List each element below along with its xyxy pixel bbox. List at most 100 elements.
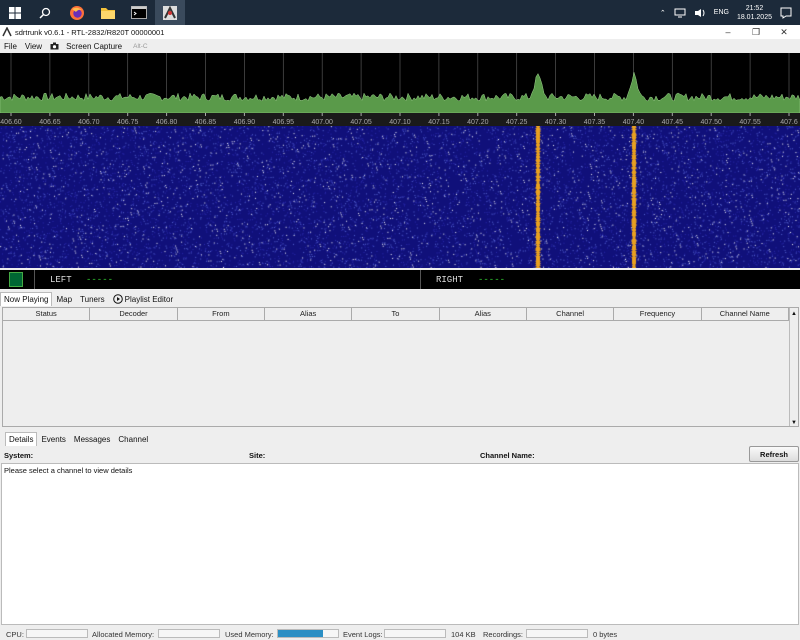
column-header-from[interactable]: From (178, 308, 265, 320)
language-indicator[interactable]: ENG (714, 9, 729, 16)
channel-name-label: Channel Name: (480, 451, 535, 460)
column-header-channel-name[interactable]: Channel Name (702, 308, 789, 320)
terminal-button[interactable] (124, 0, 154, 25)
frequency-label: 407.50 (700, 119, 722, 126)
event-logs-meter (384, 629, 446, 638)
firefox-button[interactable] (62, 0, 92, 25)
column-header-from-alias[interactable]: Alias (265, 308, 353, 320)
now-playing-table: Status Decoder From Alias To Alias Chann… (2, 307, 799, 427)
close-button[interactable]: ✕ (770, 25, 798, 39)
window-title: sdrtrunk v0.6.1 - RTL-2832/R820T 0000000… (15, 27, 165, 37)
column-header-to-alias[interactable]: Alias (440, 308, 527, 320)
tab-channel[interactable]: Channel (114, 432, 152, 446)
menu-screen-capture[interactable]: Screen Capture Alt-C (46, 42, 155, 51)
cpu-meter (26, 629, 88, 638)
frequency-label: 407.35 (584, 119, 606, 126)
frequency-label: 406.70 (78, 119, 100, 126)
tab-messages[interactable]: Messages (70, 432, 114, 446)
scroll-down-icon[interactable]: ▼ (790, 420, 798, 426)
recordings-size: 0 bytes (593, 630, 618, 639)
main-tabs: Now Playing Map Tuners Playlist Editor (0, 291, 177, 306)
tab-playlist-editor[interactable]: Playlist Editor (109, 292, 177, 306)
frequency-label: 407.45 (662, 119, 684, 126)
column-header-frequency[interactable]: Frequency (614, 308, 702, 320)
table-header: Status Decoder From Alias To Alias Chann… (3, 308, 789, 321)
recordings-label: Recordings: (483, 630, 524, 639)
audio-meter-icon[interactable] (9, 272, 23, 287)
sdrtrunk-icon (163, 5, 177, 20)
frequency-label: 406.85 (195, 119, 217, 126)
frequency-label: 406.90 (234, 119, 256, 126)
detail-tabs: Details Events Messages Channel (0, 431, 152, 446)
sdrtrunk-taskbar-button[interactable] (155, 0, 185, 25)
audio-panel: LEFT ----- RIGHT ----- (0, 270, 800, 289)
allocated-memory-meter (158, 629, 220, 638)
column-header-channel[interactable]: Channel (527, 308, 615, 320)
frequency-label: 406.80 (156, 119, 178, 126)
refresh-button[interactable]: Refresh (749, 446, 799, 462)
details-panel: Please select a channel to view details (1, 463, 799, 625)
cpu-label: CPU: (6, 630, 24, 639)
frequency-label: 407.15 (428, 119, 450, 126)
tab-details[interactable]: Details (5, 432, 38, 446)
site-label: Site: (249, 451, 266, 460)
screen-capture-label: Screen Capture (66, 41, 123, 51)
detail-header: System: Site: Channel Name: Refresh (0, 446, 800, 463)
start-button[interactable] (0, 0, 30, 25)
play-icon (112, 294, 123, 304)
event-logs-label: Event Logs: (343, 630, 383, 639)
frequency-label: 406.95 (273, 119, 295, 126)
tab-events[interactable]: Events (37, 432, 69, 446)
tab-map[interactable]: Map (52, 292, 76, 306)
frequency-label: 406.75 (117, 119, 139, 126)
firefox-icon (70, 5, 84, 20)
waterfall-display[interactable] (0, 126, 800, 268)
menu-file[interactable]: File (0, 42, 21, 51)
frequency-label: 407.00 (311, 119, 333, 126)
maximize-button[interactable]: ❐ (742, 25, 770, 39)
app-icon (2, 27, 12, 37)
clock[interactable]: 21:52 18.01.2025 (737, 4, 772, 22)
system-tray: ⌃ ENG 21:52 18.01.2025 (660, 0, 800, 25)
clock-time: 21:52 (745, 4, 764, 12)
taskbar: ⌃ ENG 21:52 18.01.2025 (0, 0, 800, 25)
spectrum-display[interactable]: 406.60 406.65 406.70 406.75 406.80 406.85 406.… (0, 53, 800, 126)
used-memory-label: Used Memory: (225, 630, 274, 639)
frequency-label: 406.65 (39, 119, 61, 126)
table-scrollbar[interactable]: ▲ ▼ (789, 308, 798, 426)
tab-now-playing[interactable]: Now Playing (0, 292, 53, 306)
details-placeholder: Please select a channel to view details (4, 466, 133, 475)
chevron-up-icon[interactable]: ⌃ (660, 9, 666, 17)
frequency-label: 407.25 (506, 119, 528, 126)
frequency-label: 407.10 (389, 119, 411, 126)
terminal-icon (131, 6, 147, 19)
menu-view[interactable]: View (21, 42, 46, 51)
camera-icon (50, 42, 59, 50)
frequency-label: 407.30 (545, 119, 567, 126)
system-label: System: (4, 451, 34, 460)
column-header-status[interactable]: Status (3, 308, 91, 320)
notifications-icon[interactable] (780, 7, 792, 19)
scroll-up-icon[interactable]: ▲ (790, 308, 798, 320)
tab-label: Messages (73, 434, 111, 444)
search-button[interactable] (30, 0, 60, 25)
minimize-button[interactable]: – (714, 25, 742, 39)
network-icon[interactable] (674, 8, 686, 18)
volume-icon[interactable] (694, 8, 706, 18)
explorer-button[interactable] (93, 0, 123, 25)
frequency-label: 407.6 (780, 119, 798, 126)
tab-label: Map (56, 294, 73, 304)
recordings-meter (526, 629, 588, 638)
tab-label: Playlist Editor (124, 294, 174, 304)
tab-label: Events (41, 434, 66, 444)
window-titlebar: sdrtrunk v0.6.1 - RTL-2832/R820T 0000000… (0, 25, 800, 39)
tab-tuners[interactable]: Tuners (76, 292, 109, 306)
allocated-memory-label: Allocated Memory: (92, 630, 155, 639)
frequency-label: 406.60 (0, 119, 22, 126)
right-channel-value: ----- (478, 275, 506, 285)
column-header-decoder[interactable]: Decoder (90, 308, 178, 320)
frequency-label: 407.05 (350, 119, 372, 126)
frequency-label: 407.20 (467, 119, 489, 126)
waterfall-canvas (0, 126, 800, 268)
column-header-to[interactable]: To (352, 308, 440, 320)
